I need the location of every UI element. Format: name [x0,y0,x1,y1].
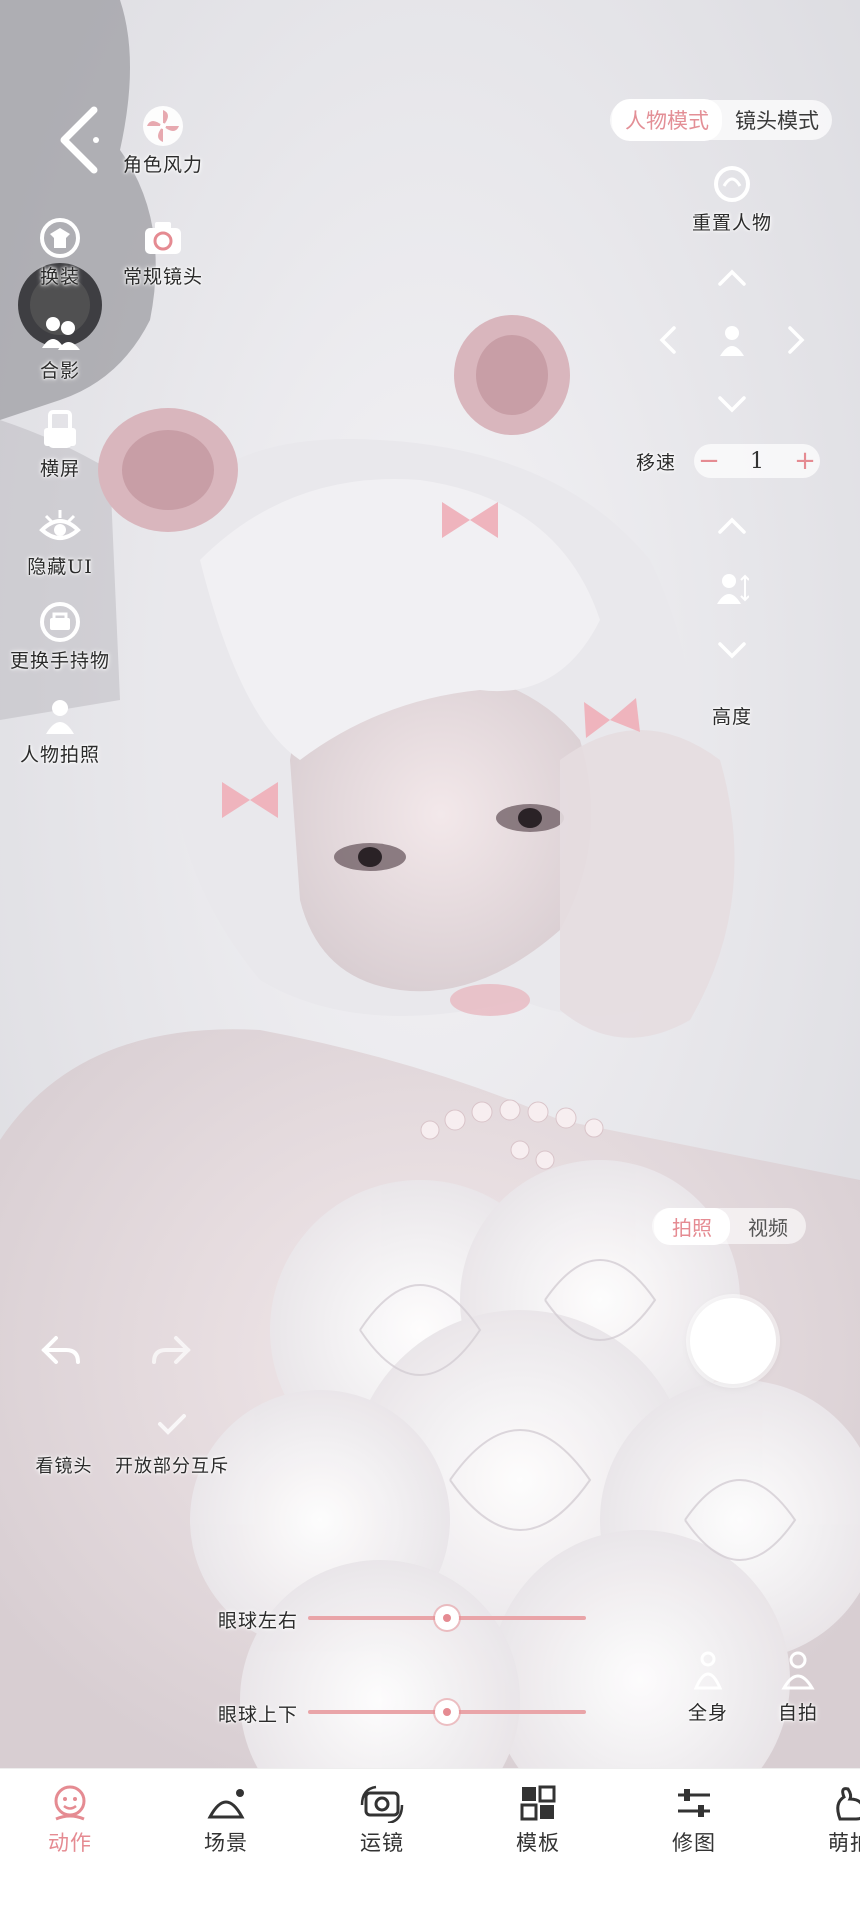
nav-template[interactable]: 模板 [483,1783,593,1857]
tab-camera-mode[interactable]: 镜头模式 [722,105,832,135]
full-body-icon [688,1650,728,1694]
move-up-button[interactable] [716,268,748,288]
redo-icon [152,1336,191,1364]
nav-cute-shot[interactable]: 萌拍 [795,1783,860,1857]
reset-label: 重置人物 [691,212,773,234]
fan-icon [141,104,185,148]
move-left-button[interactable] [658,324,678,356]
camera-icon [141,216,185,260]
tool-label: 常规镜头 [122,266,204,288]
tool-label: 换装 [39,266,81,288]
chevron-up-icon [718,269,746,286]
undo-button[interactable] [38,1334,82,1368]
motion-icon [54,1785,86,1821]
person-photo-icon [38,694,82,738]
nav-scene[interactable]: 场景 [171,1783,281,1857]
slider-knob[interactable] [435,1606,459,1630]
chevron-left-icon [659,326,676,354]
slider-knob[interactable] [435,1700,459,1724]
cute-icon [836,1787,860,1821]
slider-label: 眼球上下 [217,1704,299,1726]
rotate-screen-icon [38,408,82,452]
bottom-nav: 动作 场景 运镜 模板 修图 萌拍 [0,1768,860,1921]
nav-retouch[interactable]: 修图 [639,1783,749,1857]
move-down-button[interactable] [716,394,748,414]
speed-label: 移速 [635,452,677,474]
mode-toggle: 人物模式 镜头模式 [610,99,832,141]
slider-label: 眼球左右 [217,1610,299,1632]
reset-person-icon [712,164,752,204]
back-arrow-icon [60,106,99,174]
nav-label: 修图 [672,1831,716,1855]
nav-label: 模板 [516,1831,560,1855]
chevron-down-icon [718,642,746,659]
shutter-button[interactable] [690,1298,776,1384]
nav-label: 动作 [48,1831,92,1855]
tool-label: 横屏 [39,458,81,480]
speed-minus-button[interactable]: − [694,446,724,476]
retouch-icon [678,1789,710,1817]
check-icon [156,1412,188,1436]
scene-icon [207,1789,245,1819]
group-photo-icon [38,310,82,354]
capture-mode-toggle: 拍照 视频 [652,1207,806,1245]
chevron-right-icon [788,326,805,354]
selfie-icon [778,1650,818,1694]
tool-label: 人物拍照 [19,744,101,766]
template-icon [520,1785,556,1821]
tab-photo[interactable]: 拍照 [654,1207,730,1245]
look-at-camera-toggle[interactable]: 看镜头 [36,1452,93,1478]
speed-value: 1 [750,448,764,474]
camera-move-icon [360,1785,404,1823]
nav-label: 萌拍 [828,1831,860,1855]
tool-label: 角色风力 [122,154,204,176]
tool-label: 隐藏UI [27,556,93,578]
tab-character-mode[interactable]: 人物模式 [612,99,722,141]
nav-label: 运镜 [360,1831,404,1855]
full-body-label: 全身 [687,1702,729,1724]
redo-button[interactable] [150,1334,194,1368]
nav-label: 场景 [204,1831,248,1855]
height-label: 高度 [711,706,753,728]
chevron-up-icon [718,517,746,534]
nav-camera-move[interactable]: 运镜 [327,1783,437,1857]
selfie-label: 自拍 [777,1702,819,1724]
swap-handheld-icon [38,600,82,644]
outfit-swap-icon [38,216,82,260]
speed-stepper: − 1 + [694,444,820,478]
height-person-icon [715,570,749,606]
person-position-icon [715,322,749,358]
tool-label: 更换手持物 [9,650,111,672]
height-up-button[interactable] [716,516,748,536]
back-button[interactable] [56,104,104,176]
tool-label: 合影 [39,360,81,382]
chevron-down-icon [718,396,746,413]
undo-icon [41,1336,80,1364]
tab-video[interactable]: 视频 [730,1212,806,1241]
open-interaction-toggle[interactable]: 开放部分互斥 [115,1452,229,1478]
nav-motion[interactable]: 动作 [15,1783,125,1857]
speed-plus-button[interactable]: + [790,446,820,476]
eye-hide-icon [38,506,82,550]
move-right-button[interactable] [786,324,806,356]
height-down-button[interactable] [716,640,748,660]
